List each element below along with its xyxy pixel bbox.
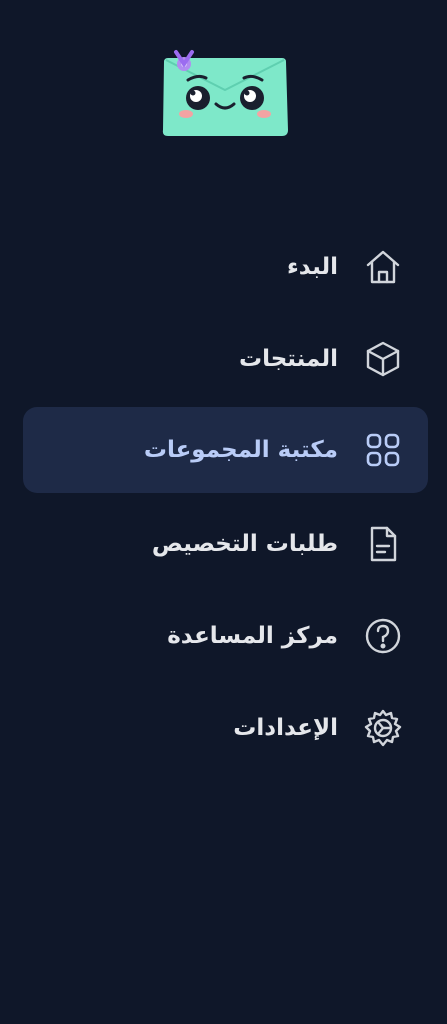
- box-icon: [362, 338, 404, 380]
- document-icon: [362, 523, 404, 565]
- nav-label-collections-library: مكتبة المجموعات: [143, 437, 338, 463]
- nav-item-settings[interactable]: الإعدادات: [23, 685, 428, 771]
- grid-icon: [362, 429, 404, 471]
- envelope-mascot-icon[interactable]: [160, 48, 290, 144]
- nav-label-settings: الإعدادات: [233, 715, 338, 741]
- help-icon: [362, 615, 404, 657]
- nav-item-products[interactable]: المنتجات: [23, 316, 428, 402]
- nav-label-custom-requests: طلبات التخصيص: [151, 531, 338, 557]
- nav-label-help-center: مركز المساعدة: [167, 623, 338, 649]
- nav-item-home[interactable]: البدء: [23, 224, 428, 310]
- home-icon: [362, 246, 404, 288]
- nav-label-home: البدء: [287, 254, 338, 280]
- nav-item-custom-requests[interactable]: طلبات التخصيص: [23, 501, 428, 587]
- nav-item-collections-library[interactable]: مكتبة المجموعات: [23, 407, 428, 493]
- sidebar: البدء المنتجات مكتبة المجموعات طلبات الت…: [0, 0, 447, 1024]
- gear-icon: [362, 707, 404, 749]
- nav-item-help-center[interactable]: مركز المساعدة: [23, 593, 428, 679]
- nav-label-products: المنتجات: [238, 346, 338, 372]
